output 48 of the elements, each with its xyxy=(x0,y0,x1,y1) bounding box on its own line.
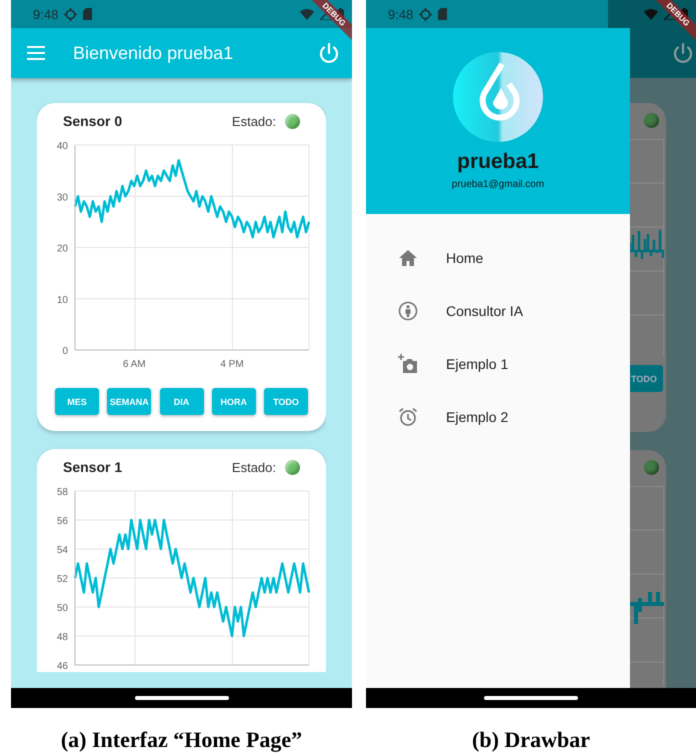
gear-icon xyxy=(64,8,78,20)
drawer-item[interactable]: Ejemplo 1 xyxy=(366,337,630,390)
axis-label: 30 xyxy=(56,192,68,204)
user-name: prueba1 xyxy=(457,150,539,174)
figure-caption: (b) Drawbar xyxy=(472,727,590,753)
wifi-icon xyxy=(300,8,314,20)
gear-icon xyxy=(419,8,432,20)
user-email: prueba1@gmail.com xyxy=(452,179,544,190)
sd-card-icon xyxy=(83,8,92,20)
axis-label: 56 xyxy=(56,516,68,527)
range-button[interactable]: MES xyxy=(55,388,99,415)
range-button[interactable]: SEMANA xyxy=(107,388,152,415)
power-icon[interactable] xyxy=(672,42,694,64)
home-icon xyxy=(398,248,418,268)
sensor-name: Sensor 1 xyxy=(63,459,124,475)
sensor-name: Sensor 0 xyxy=(63,113,124,129)
axis-label: 0 xyxy=(62,346,68,357)
range-button[interactable]: TODO xyxy=(264,388,308,415)
status-label: Estado: xyxy=(232,460,276,474)
axis-label: 46 xyxy=(56,661,68,671)
axis-label: 40 xyxy=(56,141,68,152)
axis-label: 52 xyxy=(56,574,68,585)
drawer-item[interactable]: Ejemplo 2 xyxy=(366,390,630,443)
range-button[interactable]: DIA xyxy=(160,388,204,415)
power-icon[interactable] xyxy=(318,42,340,64)
sd-card-icon xyxy=(438,8,448,20)
axis-label: 6 AM xyxy=(122,359,146,370)
axis-label: 50 xyxy=(56,603,68,614)
drawer-item[interactable]: Consultor IA xyxy=(366,284,630,337)
status-time: 9:48 xyxy=(33,6,58,22)
axis-label: 20 xyxy=(56,244,68,254)
axis-label: 48 xyxy=(56,632,68,643)
status-label: Estado: xyxy=(232,114,276,128)
drawer-item[interactable]: Home xyxy=(366,231,630,284)
wifi-icon xyxy=(644,8,658,20)
axis-label: 10 xyxy=(56,294,68,306)
axis-label: 54 xyxy=(56,545,68,556)
status-time: 9:48 xyxy=(388,6,414,22)
app-title: Bienvenido prueba1 xyxy=(73,42,234,64)
person-icon xyxy=(398,300,418,320)
axis-label: 4 PM xyxy=(220,359,244,370)
add-camera-icon xyxy=(398,354,418,374)
range-button[interactable]: HORA xyxy=(212,388,256,415)
axis-label: 58 xyxy=(56,487,68,498)
alarm-clock-icon xyxy=(398,406,418,426)
range-button[interactable]: TODO xyxy=(630,365,663,392)
menu-icon[interactable] xyxy=(27,46,45,60)
figure-caption: (a) Interfaz “Home Page” xyxy=(60,727,302,753)
